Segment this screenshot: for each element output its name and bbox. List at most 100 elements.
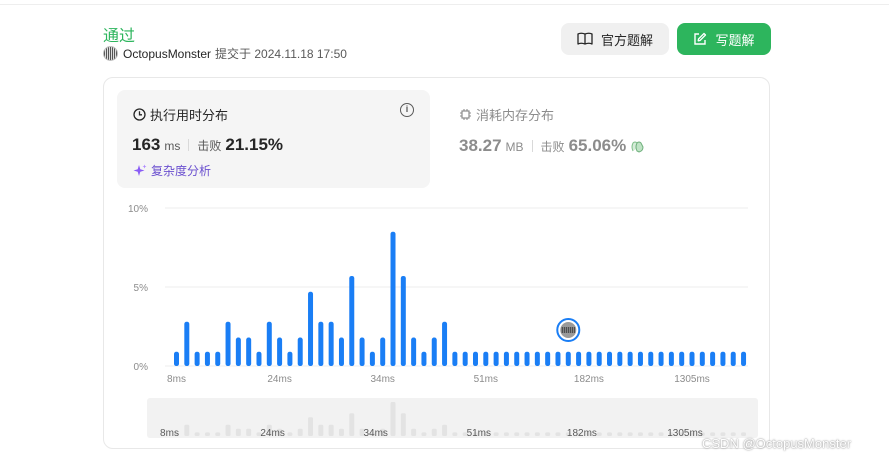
histogram-bar[interactable]	[534, 351, 540, 366]
overview-bar	[390, 402, 396, 436]
histogram-bar[interactable]	[204, 351, 210, 366]
histogram-bar[interactable]	[720, 351, 726, 366]
overview-bar	[184, 424, 190, 436]
histogram-bar[interactable]	[277, 337, 283, 366]
histogram-bar[interactable]	[380, 337, 386, 366]
histogram-bar[interactable]	[390, 231, 396, 366]
histogram-bar[interactable]	[235, 337, 241, 366]
histogram-bar[interactable]	[493, 351, 499, 366]
histogram-bar[interactable]	[741, 351, 747, 366]
overview-bar	[308, 417, 314, 436]
histogram-bar[interactable]	[586, 351, 592, 366]
histogram-bar[interactable]	[503, 351, 509, 366]
histogram-bar[interactable]	[668, 351, 674, 366]
histogram-bar[interactable]	[225, 321, 231, 366]
histogram-bar[interactable]	[184, 321, 190, 366]
histogram-bar[interactable]	[359, 337, 365, 366]
histogram-bar[interactable]	[637, 351, 643, 366]
overview-bar	[617, 432, 623, 436]
histogram-bar[interactable]	[349, 275, 355, 366]
histogram-bar[interactable]	[308, 291, 314, 366]
overview-bar	[194, 432, 200, 436]
histogram-bar[interactable]	[256, 351, 262, 366]
overview-bar	[328, 424, 334, 436]
histogram-bar[interactable]	[514, 351, 520, 366]
histogram-bar[interactable]	[442, 321, 448, 366]
overview-bar	[246, 428, 252, 436]
overview-bar	[596, 432, 602, 436]
histogram-bar[interactable]	[462, 351, 468, 366]
histogram-bar[interactable]	[369, 351, 375, 366]
x-tick-label: 182ms	[574, 374, 604, 385]
x-tick-label: 34ms	[370, 374, 394, 385]
histogram-bar[interactable]	[710, 351, 716, 366]
overview-bar	[287, 432, 293, 436]
overview-bar	[442, 424, 448, 436]
overview-bar	[349, 413, 355, 436]
histogram-bar[interactable]	[699, 351, 705, 366]
histogram-bar[interactable]	[627, 351, 633, 366]
histogram-bar[interactable]	[421, 351, 427, 366]
histogram-bar[interactable]	[215, 351, 221, 366]
histogram-bar[interactable]	[472, 351, 478, 366]
overview-bar	[452, 432, 458, 436]
histogram-bar[interactable]	[328, 321, 334, 366]
histogram-bar[interactable]	[607, 351, 613, 366]
histogram-bar[interactable]	[545, 351, 551, 366]
x-tick-label: 51ms	[474, 374, 498, 385]
histogram-bar[interactable]	[297, 337, 303, 366]
overview-bar	[637, 432, 643, 436]
overview-tick-label: 8ms	[160, 428, 179, 439]
overview-bar	[545, 432, 551, 436]
histogram-bar[interactable]	[194, 351, 200, 366]
histogram-bar[interactable]	[174, 351, 179, 366]
histogram-bar[interactable]	[658, 351, 664, 366]
overview-bar	[493, 432, 499, 436]
histogram-bar[interactable]	[431, 337, 437, 366]
histogram-bar[interactable]	[596, 351, 602, 366]
histogram-bar[interactable]	[555, 351, 561, 366]
histogram-bar[interactable]	[452, 351, 458, 366]
overview-bar	[215, 432, 221, 436]
overview-bar	[338, 428, 344, 436]
runtime-distribution-chart: 8ms 24ms 34ms 51ms 182ms 1305ms 10% 5% 0% 8ms 24m…	[128, 204, 758, 439]
histogram-bar[interactable]	[524, 351, 530, 366]
overview-tick-label: 34ms	[363, 428, 387, 439]
overview-bar	[411, 428, 417, 436]
histogram-bar[interactable]	[266, 321, 272, 366]
overview-bar	[555, 432, 561, 436]
x-tick-label: 24ms	[267, 374, 291, 385]
histogram-bar[interactable]	[411, 337, 417, 366]
overview-bar	[297, 428, 303, 436]
overview-bar	[318, 424, 324, 436]
histogram-bar[interactable]	[246, 337, 252, 366]
overview-tick-label: 51ms	[467, 428, 491, 439]
histogram-bar[interactable]	[565, 351, 571, 366]
x-tick-label: 1305ms	[674, 374, 710, 385]
overview-bar	[534, 432, 540, 436]
histogram-bar[interactable]	[400, 275, 406, 366]
histogram-bar[interactable]	[617, 351, 623, 366]
overview-bar	[627, 432, 633, 436]
overview-bar	[421, 432, 427, 436]
overview-bar	[607, 432, 613, 436]
overview-bar	[400, 413, 406, 436]
histogram-bar[interactable]	[648, 351, 654, 366]
overview-bar	[431, 428, 437, 436]
y-tick-label: 0%	[134, 362, 149, 373]
histogram-bar[interactable]	[576, 351, 582, 366]
overview-bar	[648, 432, 654, 436]
histogram-bar[interactable]	[318, 321, 324, 366]
overview-tick-label: 1305ms	[667, 428, 703, 439]
histogram-bar[interactable]	[338, 337, 344, 366]
histogram-bar[interactable]	[679, 351, 685, 366]
overview-bar	[524, 432, 530, 436]
overview-bar	[204, 432, 210, 436]
histogram-bar[interactable]	[483, 351, 489, 366]
histogram-bar[interactable]	[689, 351, 695, 366]
overview-bar	[235, 428, 241, 436]
histogram-bar[interactable]	[287, 351, 293, 366]
overview-bar	[658, 432, 664, 436]
y-tick-label: 5%	[134, 283, 149, 294]
histogram-bar[interactable]	[730, 351, 736, 366]
